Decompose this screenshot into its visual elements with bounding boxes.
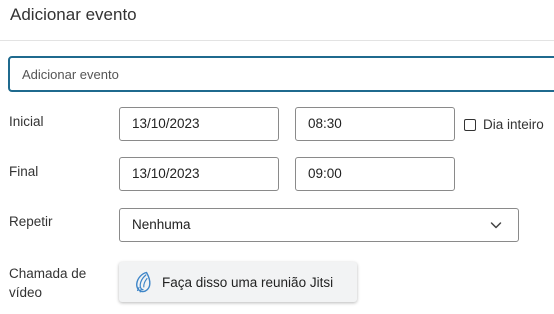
repeat-select[interactable]: Nenhuma [119, 208, 519, 242]
start-date-field[interactable]: 13/10/2023 [119, 107, 279, 141]
end-label: Final [9, 164, 39, 179]
end-time-field[interactable]: 09:00 [295, 157, 455, 191]
add-event-dialog: Adicionar evento Inicial 13/10/2023 08:3… [0, 0, 554, 314]
start-time-field[interactable]: 08:30 [295, 107, 455, 141]
all-day-label: Dia inteiro [483, 117, 544, 132]
chevron-down-icon [490, 222, 502, 229]
all-day-toggle[interactable]: Dia inteiro [464, 117, 544, 132]
event-title-input[interactable] [8, 56, 554, 92]
header-divider [0, 40, 554, 41]
make-jitsi-meeting-button[interactable]: Faça disso uma reunião Jitsi [119, 262, 357, 302]
end-time-value: 09:00 [308, 166, 342, 181]
dialog-title: Adicionar evento [10, 5, 137, 24]
end-date-field[interactable]: 13/10/2023 [119, 157, 279, 191]
end-date-value: 13/10/2023 [132, 166, 200, 181]
start-label: Inicial [9, 114, 44, 129]
jitsi-logo-icon [136, 271, 151, 293]
make-jitsi-meeting-label: Faça disso uma reunião Jitsi [162, 274, 334, 290]
video-call-label-line2: vídeo [9, 285, 43, 300]
video-call-label: Chamada de vídeo [9, 264, 86, 302]
all-day-checkbox[interactable] [464, 118, 476, 131]
start-time-value: 08:30 [308, 116, 342, 131]
video-call-label-line1: Chamada de [9, 266, 87, 281]
repeat-selected-value: Nenhuma [132, 217, 191, 232]
repeat-label: Repetir [9, 214, 53, 229]
start-date-value: 13/10/2023 [132, 116, 200, 131]
